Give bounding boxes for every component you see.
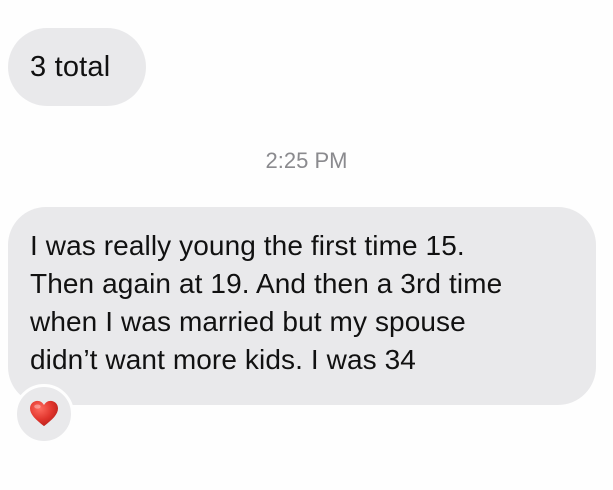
message-bubble[interactable]: I was really young the first time 15. Th… <box>8 207 596 405</box>
message-text-line: I was really young the first time 15. <box>30 230 465 261</box>
message-text-line: Then again at 19. And then a 3rd time <box>30 268 503 299</box>
message-bubble[interactable]: 3 total <box>8 28 146 106</box>
reaction-badge[interactable] <box>14 384 74 444</box>
message-text-line: didn’t want more kids. I was 34 <box>30 344 416 375</box>
message-thread: 3 total 2:25 PM I was really young the f… <box>0 0 613 490</box>
message-text-line: when I was married but my spouse <box>30 306 466 337</box>
message-text: 3 total <box>30 51 111 83</box>
timestamp: 2:25 PM <box>265 148 348 173</box>
heart-icon <box>30 400 58 427</box>
